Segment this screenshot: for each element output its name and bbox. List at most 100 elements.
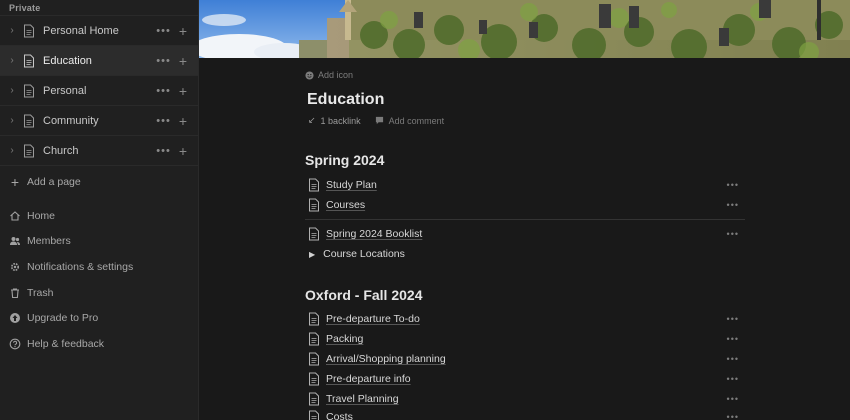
page-meta: ↙ 1 backlink Add comment: [308, 115, 444, 126]
page-link-label: Pre-departure info: [326, 373, 411, 385]
page-link-courses[interactable]: Courses •••: [305, 195, 745, 215]
add-page-button[interactable]: + Add a page: [0, 168, 198, 196]
gear-icon: [10, 262, 20, 271]
page-link-label: Packing: [326, 333, 364, 345]
more-options-icon[interactable]: •••: [156, 145, 171, 157]
sidebar-item-community[interactable]: › Community ••• +: [0, 105, 198, 136]
add-icon-label: Add icon: [318, 70, 354, 80]
page-link-label: Study Plan: [326, 179, 377, 191]
sidebar-nav-members[interactable]: Members: [0, 229, 198, 255]
sidebar-item-education[interactable]: › Education ••• +: [0, 45, 198, 76]
page-icon: [24, 84, 34, 97]
sidebar-item-church[interactable]: › Church ••• +: [0, 135, 198, 166]
chevron-right-icon[interactable]: ›: [3, 55, 21, 66]
more-options-icon[interactable]: •••: [727, 394, 739, 404]
page-link-study-plan[interactable]: Study Plan •••: [305, 175, 745, 195]
divider: [305, 219, 745, 220]
page-icon: [309, 198, 319, 212]
comment-icon: [375, 116, 383, 125]
toggle-label: Course Locations: [323, 248, 405, 260]
page-title[interactable]: Education: [307, 91, 384, 109]
sidebar-nav-help[interactable]: Help & feedback: [0, 331, 198, 357]
page-icon: [24, 144, 34, 157]
sidebar-item-label: Personal Home: [43, 24, 119, 37]
nav-label: Home: [27, 209, 56, 222]
nav-label: Help & feedback: [27, 337, 105, 350]
triangle-right-icon[interactable]: ▶: [309, 250, 315, 259]
more-options-icon[interactable]: •••: [727, 354, 739, 364]
page-icon: [309, 227, 319, 241]
page-link-label: Costs: [326, 411, 353, 420]
chevron-right-icon[interactable]: ›: [3, 115, 21, 126]
more-options-icon[interactable]: •••: [727, 374, 739, 384]
heading-spring-2024[interactable]: Spring 2024: [305, 152, 384, 168]
nav-label: Members: [27, 235, 71, 248]
page-icon: [309, 352, 319, 366]
add-subpage-icon[interactable]: +: [179, 84, 187, 98]
page-link-arrival-shopping-planning[interactable]: Arrival/Shopping planning •••: [305, 349, 745, 369]
backlink-arrow-icon: ↙: [308, 115, 316, 125]
toggle-course-locations[interactable]: ▶ Course Locations: [305, 244, 405, 264]
smiley-icon: [305, 70, 314, 80]
backlinks-button[interactable]: 1 backlink: [321, 116, 361, 126]
heading-oxford-fall-2024[interactable]: Oxford - Fall 2024: [305, 287, 422, 303]
page-link-costs[interactable]: Costs •••: [305, 407, 745, 420]
chevron-right-icon[interactable]: ›: [3, 145, 21, 156]
page-link-label: Travel Planning: [326, 393, 399, 405]
more-options-icon[interactable]: •••: [727, 229, 739, 239]
sidebar-nav-upgrade[interactable]: Upgrade to Pro: [0, 305, 198, 331]
plus-icon: +: [10, 174, 20, 190]
more-options-icon[interactable]: •••: [156, 25, 171, 37]
cover-image[interactable]: [199, 0, 850, 58]
home-icon: [10, 211, 20, 221]
more-options-icon[interactable]: •••: [727, 412, 739, 420]
more-options-icon[interactable]: •••: [727, 200, 739, 210]
chevron-right-icon[interactable]: ›: [3, 25, 21, 36]
sidebar-item-personal[interactable]: › Personal ••• +: [0, 75, 198, 106]
sidebar-nav-home[interactable]: Home: [0, 203, 198, 229]
page-link-travel-planning[interactable]: Travel Planning •••: [305, 389, 745, 409]
page-link-label: Arrival/Shopping planning: [326, 353, 446, 365]
add-icon-button[interactable]: Add icon: [305, 70, 353, 80]
add-subpage-icon[interactable]: +: [179, 114, 187, 128]
add-comment-button[interactable]: Add comment: [389, 116, 445, 126]
sidebar-item-label: Education: [43, 54, 92, 67]
page-link-pre-departure-info[interactable]: Pre-departure info •••: [305, 369, 745, 389]
more-options-icon[interactable]: •••: [727, 314, 739, 324]
add-subpage-icon[interactable]: +: [179, 24, 187, 38]
sidebar-nav-trash[interactable]: Trash: [0, 280, 198, 306]
chevron-right-icon[interactable]: ›: [3, 85, 21, 96]
trash-icon: [11, 288, 19, 298]
nav-label: Notifications & settings: [27, 260, 134, 273]
sidebar-item-label: Church: [43, 144, 79, 157]
sidebar-nav-notifications-settings[interactable]: Notifications & settings: [0, 254, 198, 280]
upgrade-icon: [10, 313, 20, 324]
page-link-label: Courses: [326, 199, 366, 211]
more-options-icon[interactable]: •••: [727, 180, 739, 190]
section-label-private: Private: [9, 3, 41, 13]
nav-label: Upgrade to Pro: [27, 312, 99, 325]
sidebar-item-label: Personal: [43, 84, 87, 97]
sidebar-item-label: Community: [43, 114, 99, 127]
page-icon: [309, 392, 319, 406]
page-link-spring-2024-booklist[interactable]: Spring 2024 Booklist •••: [305, 224, 745, 244]
more-options-icon[interactable]: •••: [156, 55, 171, 67]
add-subpage-icon[interactable]: +: [179, 144, 187, 158]
page-link-pre-departure-todo[interactable]: Pre-departure To-do •••: [305, 309, 745, 329]
add-subpage-icon[interactable]: +: [179, 54, 187, 68]
page-icon: [24, 114, 34, 127]
page-icon: [24, 54, 34, 67]
page-icon: [309, 332, 319, 346]
sidebar: Private › Personal Home ••• + › Education…: [0, 0, 199, 420]
page-icon: [309, 178, 319, 192]
page-icon: [309, 372, 319, 386]
more-options-icon[interactable]: •••: [727, 334, 739, 344]
page-icon: [309, 410, 319, 420]
page-link-packing[interactable]: Packing •••: [305, 329, 745, 349]
page-link-label: Spring 2024 Booklist: [326, 228, 423, 240]
more-options-icon[interactable]: •••: [156, 115, 171, 127]
more-options-icon[interactable]: •••: [156, 85, 171, 97]
page-icon: [24, 24, 34, 37]
sidebar-item-personal-home[interactable]: › Personal Home ••• +: [0, 15, 198, 46]
members-icon: [10, 237, 20, 246]
